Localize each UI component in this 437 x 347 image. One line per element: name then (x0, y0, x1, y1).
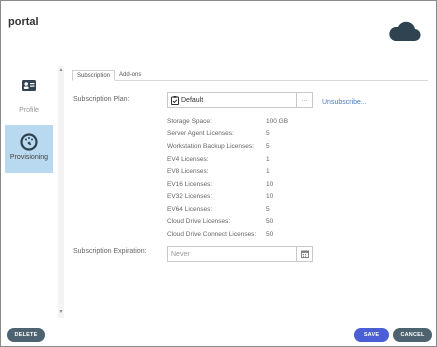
clipboard-check-icon (171, 96, 179, 105)
detail-key: Workstation Backup Licenses: (167, 143, 254, 150)
detail-value: 50 (266, 231, 274, 238)
detail-key: EV4 Licenses: (167, 156, 209, 163)
delete-button[interactable]: DELETE (7, 328, 45, 342)
detail-value: 5 (266, 143, 270, 150)
sidebar-item-profile[interactable]: Profile (5, 74, 53, 122)
sidebar: Profile Provisioning (4, 66, 54, 316)
id-card-icon (22, 80, 36, 91)
detail-key: Storage Space: (167, 118, 212, 125)
detail-value: 10 (266, 181, 274, 188)
detail-value: 5 (266, 130, 270, 137)
detail-key: Server Agent Licenses: (167, 130, 234, 137)
unsubscribe-link[interactable]: Unsubscribe... (322, 99, 367, 106)
detail-key: EV16 Licenses: (167, 181, 213, 188)
calendar-icon (300, 250, 309, 258)
app-title: portal (8, 16, 39, 28)
tab-bar: Subscription Add-ons (72, 70, 428, 81)
scroll-up-icon[interactable]: ▲ (58, 68, 64, 73)
scroll-down-icon[interactable]: ▼ (58, 310, 64, 315)
expiration-placeholder: Never (171, 251, 190, 258)
sidebar-item-provisioning[interactable]: Provisioning (5, 125, 53, 173)
sidebar-item-label: Profile (19, 107, 39, 114)
detail-key: Cloud Drive Licenses: (167, 218, 231, 225)
expiration-field[interactable]: Never (167, 246, 313, 262)
detail-value: 100 GB (266, 118, 289, 125)
detail-key: EV64 Licenses: (167, 206, 213, 213)
plan-select[interactable]: Default ... (167, 92, 313, 108)
gauge-icon (20, 133, 38, 151)
plan-value: Default (181, 97, 204, 104)
detail-value: 5 (266, 206, 270, 213)
detail-value: 1 (266, 156, 270, 163)
cloud-icon (389, 21, 421, 42)
save-button[interactable]: SAVE (354, 328, 389, 342)
plan-browse-button[interactable]: ... (296, 93, 312, 107)
detail-value: 50 (266, 218, 274, 225)
calendar-button[interactable] (296, 247, 312, 261)
plan-label: Subscription Plan: (73, 96, 130, 103)
detail-value: 1 (266, 168, 270, 175)
detail-key: Cloud Drive Connect Licenses: (167, 231, 257, 238)
expiration-label: Subscription Expiration: (73, 248, 147, 255)
tab-subscription[interactable]: Subscription (72, 70, 116, 81)
cancel-button[interactable]: CANCEL (393, 328, 432, 342)
detail-value: 10 (266, 193, 274, 200)
dialog-window: portal Profile Provisioning ▲ ▼ Subscrip… (0, 0, 437, 347)
sidebar-item-label: Provisioning (9, 154, 49, 161)
vertical-scrollbar[interactable]: ▲ ▼ (58, 66, 64, 318)
detail-key: EV8 Licenses: (167, 168, 209, 175)
tab-add-ons[interactable]: Add-ons (115, 70, 145, 81)
detail-key: EV32 Licenses: (167, 193, 213, 200)
